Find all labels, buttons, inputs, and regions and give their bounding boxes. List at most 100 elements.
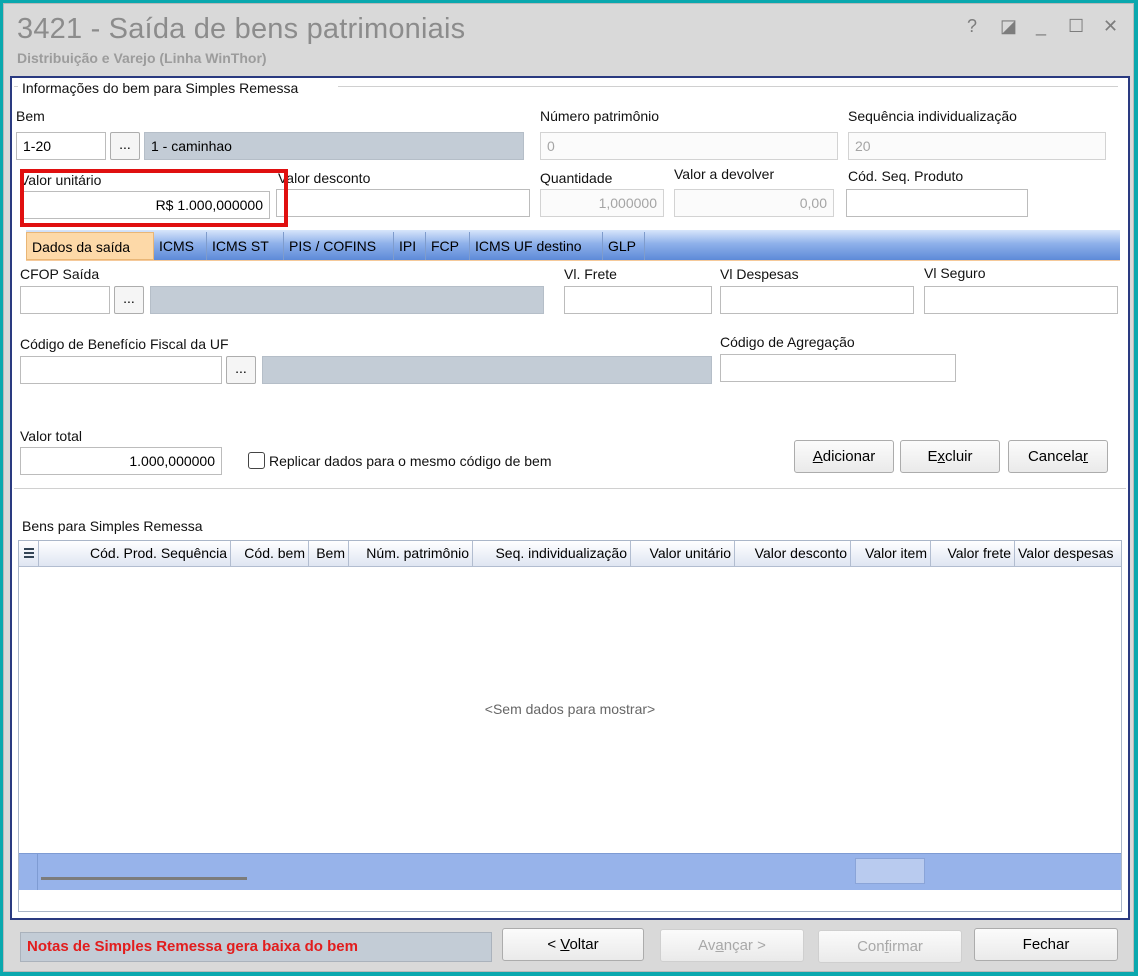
replicar-label: Replicar dados para o mesmo código de be… xyxy=(269,453,552,469)
voltar-post: oltar xyxy=(569,936,599,953)
numero-patrimonio-label: Número patrimônio xyxy=(540,108,660,124)
group-border-left xyxy=(14,86,18,87)
confirmar-button[interactable]: Confirmar xyxy=(818,930,962,963)
grid-empty-message: <Sem dados para mostrar> xyxy=(484,701,656,717)
excluir-post: cluir xyxy=(945,448,973,465)
cod-agregacao-label: Código de Agregação xyxy=(720,334,855,350)
info-group-title: Informações do bem para Simples Remessa xyxy=(22,80,299,96)
tab-bar: Dados da saída ICMS ICMS ST PIS / COFINS… xyxy=(26,230,1120,261)
confirmar-post: irmar xyxy=(888,938,923,955)
restore-icon[interactable]: ◪ xyxy=(1000,16,1017,37)
sequencia-field[interactable]: 20 xyxy=(848,132,1106,160)
cod-beneficio-field[interactable] xyxy=(20,356,222,384)
col-bem[interactable]: Bem xyxy=(309,541,349,566)
cancelar-button[interactable]: Cancelar xyxy=(1008,440,1108,473)
horizontal-scrollbar[interactable] xyxy=(41,877,247,880)
cod-seq-produto-field[interactable] xyxy=(846,189,1028,217)
tab-dados-saida[interactable]: Dados da saída xyxy=(26,232,154,260)
vl-seguro-field[interactable] xyxy=(924,286,1118,314)
col-valor-item[interactable]: Valor item xyxy=(851,541,931,566)
cfop-search-button[interactable]: ... xyxy=(114,286,144,314)
vl-despesas-field[interactable] xyxy=(720,286,914,314)
vl-despesas-label: Vl Despesas xyxy=(720,266,799,282)
col-cod-bem[interactable]: Cód. bem xyxy=(231,541,309,566)
avancar-pre: Av xyxy=(698,937,716,954)
bem-search-button[interactable]: ... xyxy=(110,132,140,160)
excluir-button[interactable]: Excluir xyxy=(900,440,1000,473)
cfop-label: CFOP Saída xyxy=(20,266,100,282)
fechar-button[interactable]: Fechar xyxy=(974,928,1118,961)
valor-devolver-label: Valor a devolver xyxy=(674,166,775,182)
title-bar: 3421 - Saída de bens patrimoniais Distri… xyxy=(4,4,1133,74)
valor-total-label: Valor total xyxy=(20,428,82,444)
voltar-button[interactable]: < Voltar xyxy=(502,928,644,961)
cfop-description-field xyxy=(150,286,544,314)
tab-icms-st[interactable]: ICMS ST xyxy=(207,232,284,260)
help-icon[interactable]: ? xyxy=(967,16,977,37)
vl-frete-field[interactable] xyxy=(564,286,712,314)
main-panel: Informações do bem para Simples Remessa … xyxy=(10,76,1130,920)
quantidade-field[interactable]: 1,000000 xyxy=(540,189,664,217)
col-cod-prod-sequencia[interactable]: Cód. Prod. Sequência xyxy=(39,541,231,566)
excluir-pre: E xyxy=(927,448,938,465)
tab-icms-uf-destino[interactable]: ICMS UF destino xyxy=(470,232,603,260)
window-title: 3421 - Saída de bens patrimoniais xyxy=(17,13,466,45)
tab-glp[interactable]: GLP xyxy=(603,232,645,260)
voltar-pre: < xyxy=(547,936,561,953)
avancar-button[interactable]: Avançar > xyxy=(660,929,804,962)
grid-header: Cód. Prod. Sequência Cód. bem Bem Núm. p… xyxy=(19,541,1121,567)
app-window: 3421 - Saída de bens patrimoniais Distri… xyxy=(3,3,1134,972)
cancelar-pre: Cancela xyxy=(1027,448,1084,465)
footer-summary-cell[interactable] xyxy=(855,858,925,884)
excluir-accel: x xyxy=(937,448,946,465)
avancar-post: nçar > xyxy=(723,937,766,954)
avancar-accel: a xyxy=(715,937,724,954)
section-divider xyxy=(14,488,1126,489)
cod-beneficio-description-field xyxy=(262,356,712,384)
replicar-checkbox[interactable] xyxy=(248,452,265,469)
sequencia-label: Sequência individualização xyxy=(848,108,1017,124)
adicionar-button[interactable]: Adicionar xyxy=(794,440,894,473)
col-num-patrimonio[interactable]: Núm. patrimônio xyxy=(349,541,473,566)
maximize-icon[interactable]: ☐ xyxy=(1068,16,1084,37)
col-valor-frete[interactable]: Valor frete xyxy=(931,541,1015,566)
confirmar-pre: Con xyxy=(857,938,885,955)
tab-fcp[interactable]: FCP xyxy=(426,232,470,260)
valor-total-field[interactable]: 1.000,000000 xyxy=(20,447,222,475)
grid-title: Bens para Simples Remessa xyxy=(22,518,203,534)
close-icon[interactable]: ✕ xyxy=(1103,16,1118,37)
window-subtitle: Distribuição e Varejo (Linha WinThor) xyxy=(17,50,267,66)
valor-unitario-highlight xyxy=(20,169,288,227)
group-border-right xyxy=(338,86,1118,87)
cfop-field[interactable] xyxy=(20,286,110,314)
col-valor-despesas[interactable]: Valor despesas xyxy=(1015,541,1121,566)
bem-code-field[interactable]: 1-20 xyxy=(16,132,106,160)
valor-devolver-field[interactable]: 0,00 xyxy=(674,189,834,217)
minimize-icon[interactable]: _ xyxy=(1036,16,1046,37)
cod-seq-produto-label: Cód. Seq. Produto xyxy=(848,168,964,184)
grid-summary-footer xyxy=(19,853,1121,890)
bem-description-field: 1 - caminhao xyxy=(144,132,524,160)
adicionar-accel: A xyxy=(812,448,823,465)
valor-desconto-label: Valor desconto xyxy=(278,170,371,186)
vl-seguro-label: Vl Seguro xyxy=(924,265,986,281)
quantidade-label: Quantidade xyxy=(540,170,613,186)
tab-ipi[interactable]: IPI xyxy=(394,232,426,260)
status-message: Notas de Simples Remessa gera baixa do b… xyxy=(20,932,492,962)
cod-beneficio-label: Código de Benefício Fiscal da UF xyxy=(20,336,229,352)
bem-label: Bem xyxy=(16,108,45,124)
tab-pis-cofins[interactable]: PIS / COFINS xyxy=(284,232,394,260)
column-chooser-icon[interactable] xyxy=(19,541,39,566)
cod-beneficio-search-button[interactable]: ... xyxy=(226,356,256,384)
col-valor-desconto[interactable]: Valor desconto xyxy=(735,541,851,566)
bens-grid: Cód. Prod. Sequência Cód. bem Bem Núm. p… xyxy=(18,540,1122,912)
adicionar-post: dicionar xyxy=(822,448,876,465)
numero-patrimonio-field[interactable]: 0 xyxy=(540,132,838,160)
col-valor-unitario[interactable]: Valor unitário xyxy=(631,541,735,566)
cod-agregacao-field[interactable] xyxy=(720,354,956,382)
valor-desconto-field[interactable] xyxy=(276,189,530,217)
col-seq-individualizacao[interactable]: Seq. individualização xyxy=(473,541,631,566)
cancelar-accel: r xyxy=(1083,448,1089,465)
tab-icms[interactable]: ICMS xyxy=(154,232,207,260)
vl-frete-label: Vl. Frete xyxy=(564,266,617,282)
